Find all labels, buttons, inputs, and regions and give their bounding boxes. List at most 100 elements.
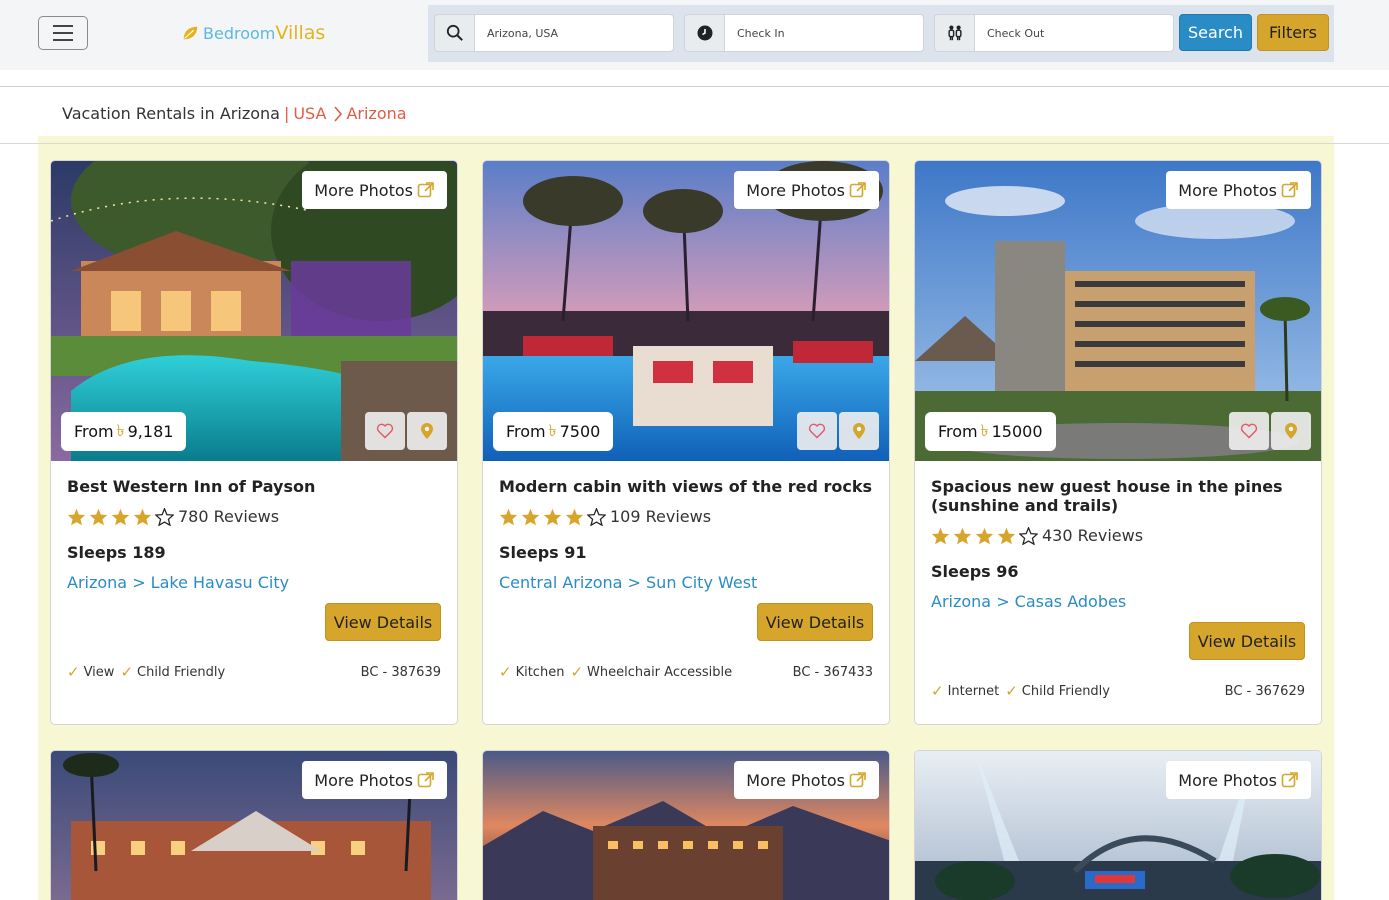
clock-icon <box>684 14 724 52</box>
more-photos-label: More Photos <box>314 180 413 200</box>
location-link[interactable]: Central Arizona > Sun City West <box>499 573 873 592</box>
more-photos-button[interactable]: More Photos <box>734 171 879 209</box>
external-link-icon <box>1281 182 1298 198</box>
listing-photo[interactable]: More Photos <box>483 751 889 900</box>
listing-card: More Photos From ৳ 7500 Modern cabin wit… <box>482 160 890 725</box>
star-filled-icon <box>111 508 130 525</box>
more-photos-label: More Photos <box>746 180 845 200</box>
price-prefix: From <box>74 422 114 441</box>
listing-code: BC - 367433 <box>792 664 873 680</box>
external-link-icon <box>417 772 434 788</box>
map-pin-button[interactable] <box>407 412 447 450</box>
location-link[interactable]: Arizona > Casas Adobes <box>931 592 1305 611</box>
heart-icon <box>808 423 826 439</box>
check-icon: ✓ <box>67 663 80 681</box>
favorite-button[interactable] <box>797 412 837 450</box>
price-badge: From ৳ 9,181 <box>61 412 187 451</box>
listing-card: More Photos From ৳ 9,181 Best Western In… <box>50 160 458 725</box>
amenities: ✓ Internet ✓ Child Friendly <box>931 682 1110 700</box>
hamburger-menu-button[interactable] <box>38 16 88 50</box>
more-photos-button[interactable]: More Photos <box>1166 171 1311 209</box>
map-pin-button[interactable] <box>839 412 879 450</box>
star-filled-icon <box>997 527 1016 544</box>
favorite-button[interactable] <box>1229 412 1269 450</box>
listing-photo[interactable]: More Photos <box>915 751 1321 900</box>
view-details-button[interactable]: View Details <box>325 603 441 641</box>
hamburger-line <box>53 25 73 27</box>
listing-code: BC - 387639 <box>360 664 441 680</box>
star-filled-icon <box>499 508 518 525</box>
breadcrumb-link-state[interactable]: Arizona <box>346 104 406 123</box>
filters-button[interactable]: Filters <box>1257 14 1329 51</box>
search-bar: Arizona, USA Check In Check Out Search F… <box>428 5 1334 62</box>
brand-logo[interactable]: Bedroom Villas <box>181 22 325 44</box>
listing-photo[interactable]: More Photos From ৳ 15000 <box>915 161 1321 461</box>
reviews-count[interactable]: 430 Reviews <box>1042 526 1143 545</box>
more-photos-button[interactable]: More Photos <box>1166 761 1311 799</box>
location-link[interactable]: Arizona > Lake Havasu City <box>67 573 441 592</box>
card-footer: ✓ Internet ✓ Child Friendly BC - 367629 <box>931 682 1305 700</box>
location-group: Arizona, USA <box>434 14 674 52</box>
card-body: Modern cabin with views of the red rocks… <box>483 461 889 681</box>
card-footer: ✓ View ✓ Child Friendly BC - 387639 <box>67 663 441 681</box>
price-prefix: From <box>506 422 546 441</box>
map-pin-button[interactable] <box>1271 412 1311 450</box>
reviews-count[interactable]: 780 Reviews <box>178 507 279 526</box>
breadcrumb-divider <box>0 143 1389 144</box>
currency-symbol: ৳ <box>548 421 557 440</box>
listing-title[interactable]: Modern cabin with views of the red rocks <box>499 477 873 496</box>
more-photos-label: More Photos <box>1178 770 1277 790</box>
check-icon: ✓ <box>120 663 134 681</box>
brand-name-part1: Bedroom <box>203 23 276 43</box>
star-rating <box>499 507 606 526</box>
breadcrumb: Vacation Rentals in Arizona | USA Arizon… <box>62 104 407 123</box>
currency-symbol: ৳ <box>980 421 989 440</box>
external-link-icon <box>1281 772 1298 788</box>
listing-photo[interactable]: More Photos From ৳ 7500 <box>483 161 889 461</box>
more-photos-label: More Photos <box>314 770 413 790</box>
rating-row: 109 Reviews <box>499 507 873 526</box>
sleeps-count: Sleeps 96 <box>931 562 1019 581</box>
more-photos-button[interactable]: More Photos <box>302 171 447 209</box>
heart-icon <box>376 423 394 439</box>
amenities: ✓ Kitchen ✓ Wheelchair Accessible <box>499 663 732 681</box>
more-photos-button[interactable]: More Photos <box>734 761 879 799</box>
listing-title[interactable]: Spacious new guest house in the pines (s… <box>931 477 1305 515</box>
check-icon: ✓ <box>570 663 584 681</box>
brand-name-part2: Villas <box>275 22 326 44</box>
price-badge: From ৳ 15000 <box>925 412 1056 451</box>
location-input[interactable]: Arizona, USA <box>474 14 674 52</box>
star-filled-icon <box>67 508 86 525</box>
rating-row: 430 Reviews <box>931 526 1305 545</box>
rating-row: 780 Reviews <box>67 507 441 526</box>
map-pin-icon <box>853 423 865 439</box>
card-footer: ✓ Kitchen ✓ Wheelchair Accessible BC - 367… <box>499 663 873 681</box>
amenities: ✓ View ✓ Child Friendly <box>67 663 225 681</box>
breadcrumb-link-country[interactable]: USA <box>293 104 326 123</box>
listing-photo[interactable]: More Photos <box>51 751 457 900</box>
page-title: Vacation Rentals in Arizona <box>62 104 280 123</box>
checkin-input[interactable]: Check In <box>724 14 924 52</box>
breadcrumb-separator: | <box>283 104 290 123</box>
card-body: Spacious new guest house in the pines (s… <box>915 461 1321 700</box>
listing-photo[interactable]: More Photos From ৳ 9,181 <box>51 161 457 461</box>
checkout-group: Check Out <box>934 14 1174 52</box>
amenity-label: Child Friendly <box>137 664 226 680</box>
favorite-button[interactable] <box>365 412 405 450</box>
listing-title[interactable]: Best Western Inn of Payson <box>67 477 441 496</box>
external-link-icon <box>849 182 866 198</box>
check-icon: ✓ <box>499 663 512 681</box>
more-photos-label: More Photos <box>746 770 845 790</box>
view-details-button[interactable]: View Details <box>757 603 873 641</box>
leaf-icon <box>183 26 198 40</box>
search-button[interactable]: Search <box>1179 14 1252 51</box>
view-details-button[interactable]: View Details <box>1189 622 1305 660</box>
more-photos-button[interactable]: More Photos <box>302 761 447 799</box>
listing-card: More Photos <box>482 750 890 900</box>
checkout-input[interactable]: Check Out <box>974 14 1174 52</box>
sleeps-count: Sleeps 189 <box>67 543 166 562</box>
star-empty-icon <box>587 507 606 526</box>
star-filled-icon <box>953 527 972 544</box>
reviews-count[interactable]: 109 Reviews <box>610 507 711 526</box>
sleeps-count: Sleeps 91 <box>499 543 587 562</box>
